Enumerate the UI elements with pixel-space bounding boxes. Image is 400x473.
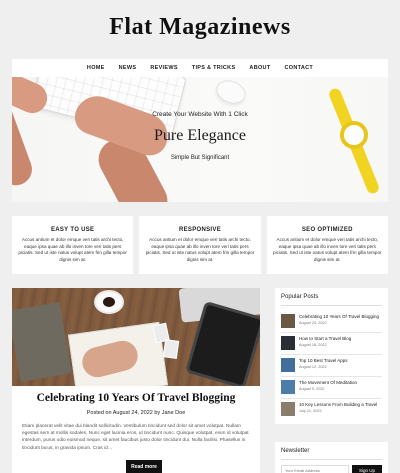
popular-post-item[interactable]: 10 Key Lessons From Building a Travel Ju… <box>281 399 382 420</box>
popular-post-item[interactable]: Celebrating 10 Years Of Travel Blogging … <box>281 311 382 333</box>
nav-tips-tricks[interactable]: TIPS & TRICKS <box>192 65 236 71</box>
feature-card: EASY TO USE Accus antium et dolor emque … <box>12 216 134 274</box>
popular-post-title[interactable]: Celebrating 10 Years Of Travel Blogging <box>299 314 379 319</box>
post-excerpt: Etiam placerat velit vitae dui blandit s… <box>22 424 249 451</box>
popular-post-date: July 21, 2022 <box>299 409 322 413</box>
feature-text: Accus antium et dolor emque veri tatis a… <box>18 237 127 262</box>
popular-post-title[interactable]: The Movement Of Meditation <box>299 380 357 385</box>
popular-post-title[interactable]: How to Start a Travel Blog <box>299 336 351 341</box>
sidebar: Popular Posts Celebrating 10 Years Of Tr… <box>275 288 388 424</box>
post-thumbnail[interactable] <box>281 336 295 350</box>
feature-title: SEO OPTIMIZED <box>301 227 353 233</box>
post-featured-image[interactable] <box>12 288 260 386</box>
hero-tagline: Simple But Significant <box>170 155 230 161</box>
nav-home[interactable]: HOME <box>87 65 105 71</box>
post-meta: Posted on August 24, 2022 by Jane Doe <box>12 410 260 416</box>
feature-title: EASY TO USE <box>50 227 95 233</box>
nav-news[interactable]: NEWS <box>119 65 137 71</box>
post-thumbnail[interactable] <box>281 380 295 394</box>
nav-contact[interactable]: CONTACT <box>284 65 313 71</box>
popular-post-date: August 12, 2022 <box>299 365 327 369</box>
hero-title: Pure Elegance <box>154 127 246 144</box>
popular-post-item[interactable]: The Movement Of Meditation August 9, 202… <box>281 377 382 399</box>
post-thumbnail[interactable] <box>281 314 295 328</box>
post-author[interactable]: Jane Doe <box>162 410 186 416</box>
nav-about[interactable]: ABOUT <box>249 65 270 71</box>
site-title[interactable]: Flat Magazinews <box>0 14 400 41</box>
popular-post-title[interactable]: Top 10 Best Travel Apps <box>299 358 348 363</box>
hero-subtitle: Create Your Website With 1 Click <box>152 111 248 118</box>
popular-post-item[interactable]: How to Start a Travel Blog August 18, 20… <box>281 333 382 355</box>
main-nav: HOME NEWS REVIEWS TIPS & TRICKS ABOUT CO… <box>12 59 388 77</box>
feature-text: Accus antium et dolor emque veri tatis a… <box>145 237 255 262</box>
popular-post-date: August 9, 2022 <box>299 387 325 391</box>
coffee-cup-image <box>94 290 124 314</box>
popular-post-date: August 18, 2022 <box>299 343 327 347</box>
featured-post: Celebrating 10 Years Of Travel Blogging … <box>12 288 260 473</box>
newsletter-signup-button[interactable]: Sign Up <box>352 465 382 473</box>
newsletter-email-input[interactable] <box>281 465 349 473</box>
popular-post-item[interactable]: Top 10 Best Travel Apps August 12, 2022 <box>281 355 382 377</box>
widget-title: Newsletter <box>281 448 382 460</box>
features-row: EASY TO USE Accus antium et dolor emque … <box>12 216 388 274</box>
post-title[interactable]: Celebrating 10 Years Of Travel Blogging <box>12 392 260 404</box>
hero-banner: Create Your Website With 1 Click Pure El… <box>12 77 388 202</box>
popular-post-date: August 24, 2022 <box>299 321 327 325</box>
popular-post-title[interactable]: 10 Key Lessons From Building a Travel <box>299 402 377 407</box>
post-thumbnail[interactable] <box>281 358 295 372</box>
by-label: by <box>154 410 161 416</box>
feature-card: RESPONSIVE Accus antium et dolor emque v… <box>139 216 261 274</box>
popular-posts-widget: Popular Posts Celebrating 10 Years Of Tr… <box>275 288 388 424</box>
mouse-image <box>212 77 250 108</box>
widget-title: Popular Posts <box>281 294 382 306</box>
post-thumbnail[interactable] <box>281 402 295 416</box>
feature-card: SEO OPTIMIZED Accus antium et dolor emqu… <box>266 216 388 274</box>
read-more-button[interactable]: Read more <box>126 460 162 473</box>
photo-image <box>162 339 180 359</box>
posted-on-label: Posted on <box>86 410 112 416</box>
nav-reviews[interactable]: REVIEWS <box>150 65 177 71</box>
feature-text: Accus antium et dolor emque veri tatis a… <box>273 237 382 262</box>
newsletter-widget: Newsletter Sign Up <box>275 442 388 473</box>
post-date[interactable]: August 24, 2022 <box>113 410 153 416</box>
feature-title: RESPONSIVE <box>178 227 221 233</box>
